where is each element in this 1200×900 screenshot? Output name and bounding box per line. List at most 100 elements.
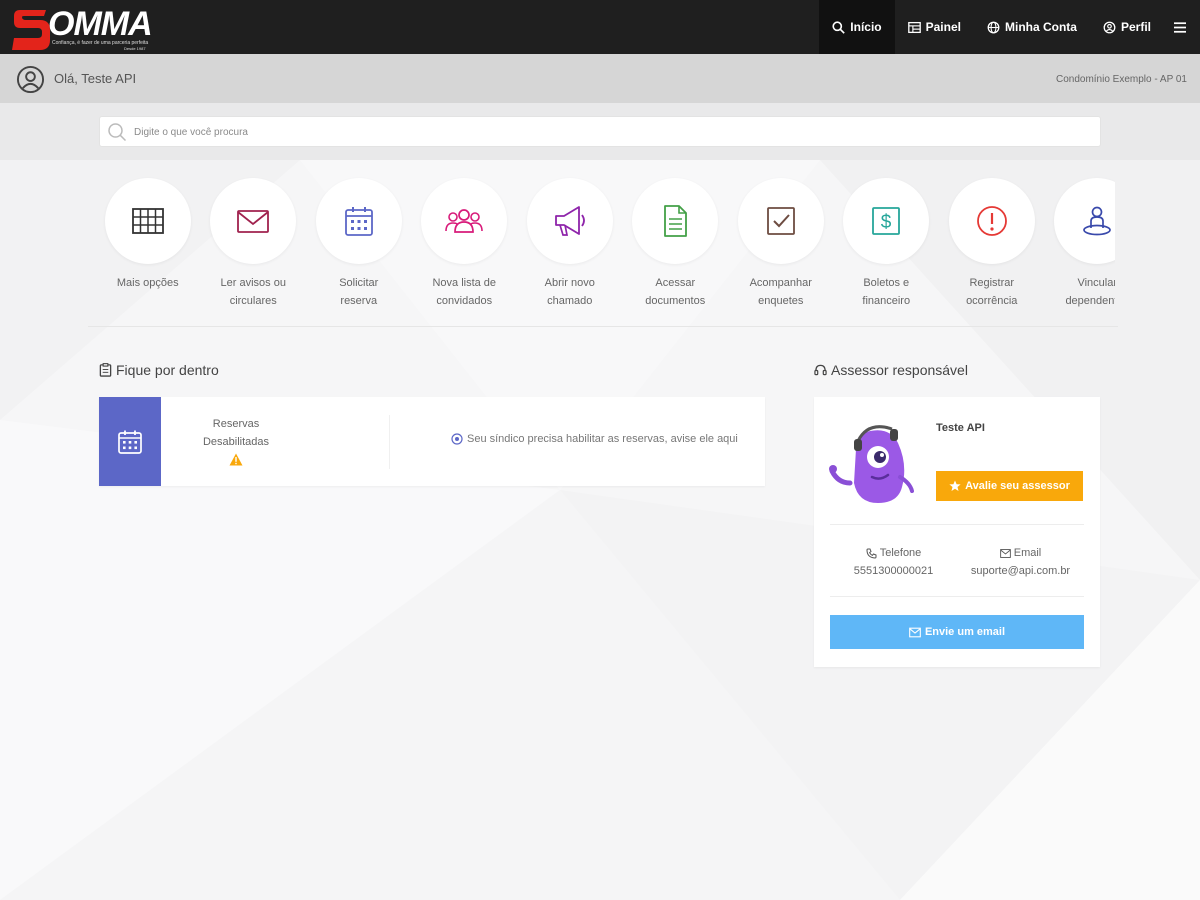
shortcut-circle [421,178,508,264]
nav-minha-conta[interactable]: Minha Conta [974,0,1090,54]
email-label: Email [1013,547,1042,559]
dollar-icon: $ [872,207,901,235]
email-value[interactable]: suporte@api.com.br [957,562,1084,580]
shortcut-label: Registrar ocorrência [966,277,1018,307]
shortcut-circle [1054,178,1115,264]
shortcut-chamado[interactable]: Abrir novo chamado [517,172,623,322]
email-contact: Email suporte@api.com.br [957,544,1084,580]
calendar-icon [118,430,142,454]
card-divider [830,524,1084,525]
assessor-section-title-text: Assessor responsável [831,362,968,378]
card-divider [830,596,1084,597]
search-band [0,103,1200,160]
phone-label: Telefone [879,547,922,559]
shortcut-ocorrencia[interactable]: Registrar ocorrência [939,172,1045,322]
logo-year: Desde 1987 [124,46,146,51]
reservation-status: Reservas Desabilitadas [161,415,311,466]
shortcut-label: Acessar documentos [645,277,706,307]
notice-separator [389,415,390,469]
shortcut-circle [948,178,1035,264]
shortcut-dependentes[interactable]: Vinculardependentes [1045,172,1115,322]
nav-perfil[interactable]: Perfil [1090,0,1164,54]
send-email-button[interactable]: Envie um email [830,615,1084,649]
top-navbar: OMMA Confiança, é fazer de uma parceria … [0,0,1200,54]
shortcut-reserva[interactable]: Solicitar reserva [306,172,412,322]
svg-text:$: $ [881,212,892,233]
news-section-title-text: Fique por dentro [116,362,219,378]
envelope-icon [237,210,270,233]
globe-icon [987,21,1000,33]
phone-contact: Telefone 5551300000021 [830,544,957,580]
search-input[interactable] [134,123,1034,141]
search-icon [832,20,846,34]
reservation-notice-card: Reservas Desabilitadas Seu síndico preci… [99,397,765,486]
section-divider [88,326,1118,327]
assessor-section-title: Assessor responsável [814,362,968,378]
send-email-label: Envie um email [924,626,1006,638]
nav-painel-label: Painel [925,20,961,34]
info-circle-icon [451,433,463,445]
document-icon [664,205,688,237]
mascot-avatar [829,425,914,503]
user-circle-icon [1103,21,1116,33]
condo-unit-label[interactable]: Condomínio Exemplo - AP 01 [1056,74,1187,85]
phone-icon [866,548,877,559]
hamburger-icon [1174,21,1186,33]
warning-icon [229,453,243,466]
shortcut-financeiro[interactable]: $ Boletos e financeiro [834,172,940,322]
dashboard-icon [907,21,921,33]
rate-assessor-button[interactable]: Avalie seu assessor [936,471,1083,501]
shortcut-enquetes[interactable]: Acompanhar enquetes [728,172,834,322]
search-icon [108,123,127,142]
shortcut-circle [526,178,613,264]
person-icon [1083,206,1112,236]
shortcut-circle [210,178,297,264]
checkbox-icon [766,207,795,235]
notify-syndic-link[interactable]: Seu síndico precisa habilitar as reserva… [451,433,738,445]
nav-inicio[interactable]: Início [819,0,895,54]
nav-perfil-label: Perfil [1120,20,1151,34]
clipboard-icon [99,363,112,377]
shortcut-circle [315,178,402,264]
shortcut-avisos[interactable]: Ler avisos ou circulares [201,172,307,322]
shortcut-label: Boletos e financeiro [862,277,911,307]
greeting-bar: Olá, Teste API Condomínio Exemplo - AP 0… [0,54,1200,103]
notify-syndic-text: Seu síndico precisa habilitar as reserva… [467,433,738,445]
shortcut-label: Vinculardependentes [1065,277,1115,307]
shortcut-circle [737,178,824,264]
reservation-status-line2: Desabilitadas [202,436,270,448]
shortcut-grid: Mais opções Ler avisos ou circulares Soli… [95,172,1115,322]
shortcut-circle [632,178,719,264]
reservation-status-line1: Reservas [212,418,260,430]
shortcut-label: Nova lista de convidados [432,277,497,307]
envelope-icon [909,627,921,637]
megaphone-icon [554,206,585,236]
envelope-icon [999,548,1011,558]
assessor-card: Teste API Avalie seu assessor Telefone 5… [814,397,1100,667]
grid-icon [131,208,164,234]
rate-assessor-label: Avalie seu assessor [965,480,1070,492]
notice-side-panel [99,397,161,486]
phone-value[interactable]: 5551300000021 [830,562,957,580]
brand-logo[interactable]: OMMA Confiança, é fazer de uma parceria … [12,4,162,52]
greeting-text: Olá, Teste API [54,71,137,86]
shortcut-circle: $ [843,178,930,264]
logo-wordmark: OMMA [48,5,153,43]
calendar-icon [344,207,373,236]
hamburger-menu-button[interactable] [1164,0,1200,54]
shortcut-label: Mais opções [116,277,179,289]
users-icon [445,209,484,233]
shortcut-label: Abrir novo chamado [544,277,595,307]
shortcut-mais-opcoes[interactable]: Mais opções [95,172,201,322]
nav-inicio-label: Início [850,20,882,34]
logo-s-mark [12,10,50,50]
shortcut-circle [104,178,191,264]
avatar-icon[interactable] [16,65,45,94]
headset-icon [814,364,827,376]
nav-minha-conta-label: Minha Conta [1004,20,1077,34]
shortcut-documentos[interactable]: Acessar documentos [623,172,729,322]
search-box [99,116,1101,147]
assessor-name: Teste API [936,422,985,434]
shortcut-convidados[interactable]: Nova lista de convidados [412,172,518,322]
nav-painel[interactable]: Painel [895,0,974,54]
